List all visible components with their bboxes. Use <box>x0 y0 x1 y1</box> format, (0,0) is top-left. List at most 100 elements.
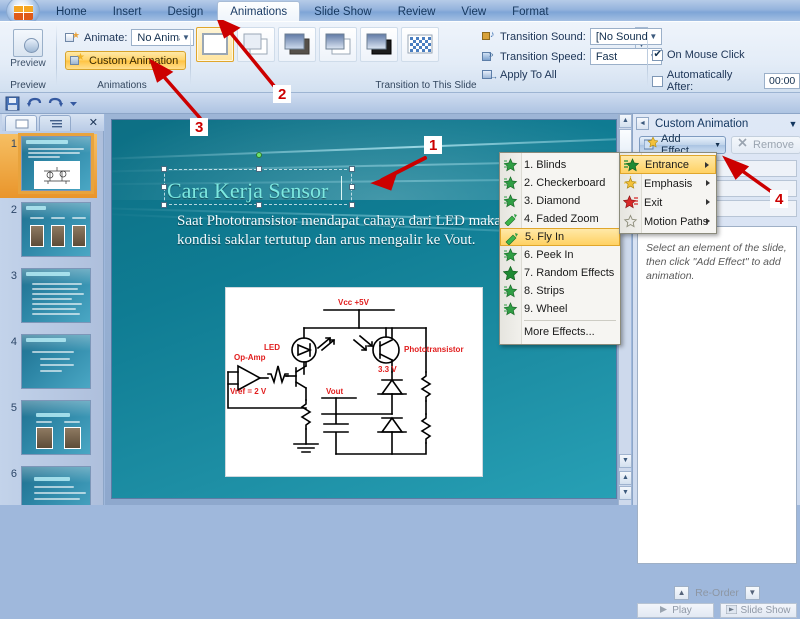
slide-title[interactable]: Cara Kerja Sensor <box>167 178 328 204</box>
remove-button[interactable]: Remove <box>731 136 800 154</box>
scroll-down-button[interactable]: ▼ <box>619 454 632 468</box>
slides-pane-tabs: ✕ <box>2 114 104 131</box>
reorder-label: Re-Order <box>695 587 739 599</box>
on-mouse-click-row[interactable]: On Mouse Click <box>652 49 745 61</box>
transition-speed-dropdown[interactable]: Fast ▼ <box>589 48 662 65</box>
resize-handle-n[interactable] <box>256 166 262 172</box>
resize-handle-ne[interactable] <box>349 166 355 172</box>
list-item[interactable]: 1 <box>0 133 97 198</box>
list-item[interactable]: 5 <box>0 398 97 462</box>
ribbon-group-preview: Preview Preview <box>0 23 56 92</box>
transition-dissolve[interactable] <box>401 27 439 62</box>
scroll-up-button[interactable]: ▲ <box>619 114 632 128</box>
resize-handle-e[interactable] <box>349 184 355 190</box>
annotation-number-1: 1 <box>424 136 443 154</box>
submenu-arrow-icon <box>706 199 710 205</box>
menu-item-faded-zoom[interactable]: 4. Faded Zoom <box>500 210 620 228</box>
menu-item-label: Entrance <box>645 158 690 171</box>
list-item[interactable]: 3 <box>0 266 97 330</box>
automatically-after-time[interactable]: 00:00 <box>764 73 800 89</box>
tab-slide-show[interactable]: Slide Show <box>302 4 384 22</box>
menu-item-entrance[interactable]: Entrance <box>620 155 716 174</box>
tab-view[interactable]: View <box>449 4 498 22</box>
menu-item-peek-in[interactable]: 6. Peek In <box>500 246 620 264</box>
list-item[interactable]: 2 <box>0 200 97 264</box>
text-caret <box>341 176 342 200</box>
resize-handle-nw[interactable] <box>161 166 167 172</box>
menu-item-checkerboard[interactable]: 2. Checkerboard <box>500 174 620 192</box>
menu-item-label: Faded Zoom <box>536 213 599 225</box>
customize-qat-icon[interactable] <box>68 96 83 111</box>
custom-animation-button[interactable]: ★ Custom Animation <box>65 51 187 70</box>
tab-animations[interactable]: Animations <box>217 1 301 22</box>
remove-label: Remove <box>753 139 794 151</box>
redo-icon[interactable] <box>47 96 63 111</box>
menu-item-diamond[interactable]: 3. Diamond <box>500 192 620 210</box>
slide-thumbnails-list[interactable]: 1 2 3 4 5 6 <box>0 132 97 505</box>
slide-show-button[interactable]: Slide Show <box>720 603 797 618</box>
slide-body-text[interactable]: Saat Phototransistor mendapat cahaya dar… <box>177 212 507 250</box>
menu-item-emphasis[interactable]: Emphasis <box>620 174 716 193</box>
menu-item-random-effects[interactable]: 7. Random Effects <box>500 264 620 282</box>
menu-item-motion-paths[interactable]: Motion Paths <box>620 212 716 231</box>
transition-speed-row: » Transition Speed: Fast ▼ <box>481 48 662 65</box>
menu-item-blinds[interactable]: 1. Blinds <box>500 156 620 174</box>
reorder-up-button[interactable]: ▲ <box>674 586 690 600</box>
annotation-number-2: 2 <box>273 85 292 103</box>
transition-push-2[interactable] <box>360 27 398 62</box>
slides-tab[interactable] <box>5 115 37 131</box>
play-button[interactable]: Play <box>637 603 714 618</box>
add-effect-category-menu[interactable]: Entrance Emphasis Exit Motion Paths <box>619 152 717 234</box>
transition-fade[interactable] <box>278 27 316 62</box>
menu-item-strips[interactable]: 8. Strips <box>500 282 620 300</box>
thumbnail-slide-3[interactable] <box>21 268 91 323</box>
close-pane-button[interactable]: ✕ <box>89 116 98 129</box>
menu-item-label: Checkerboard <box>536 177 606 189</box>
save-icon[interactable] <box>5 96 20 111</box>
animate-label: Animate: <box>84 31 128 44</box>
tab-insert[interactable]: Insert <box>101 4 154 22</box>
animation-list[interactable]: Select an element of the slide, then cli… <box>637 226 797 564</box>
preview-button[interactable]: Preview <box>6 27 50 77</box>
automatically-after-row[interactable]: Automatically After: 00:00 <box>652 69 800 93</box>
tab-design[interactable]: Design <box>155 4 215 22</box>
next-slide-button[interactable]: ▼ <box>619 486 632 500</box>
menu-item-exit[interactable]: Exit <box>620 193 716 212</box>
on-mouse-click-checkbox[interactable] <box>652 49 663 61</box>
transition-no-transition[interactable] <box>196 27 234 62</box>
task-pane-back-icon[interactable]: ◄ <box>636 117 649 130</box>
slides-pane: ✕ 1 2 3 4 5 6 <box>0 114 104 505</box>
group-label-transition: Transition to This Slide <box>375 80 477 91</box>
list-item[interactable]: 4 <box>0 332 97 396</box>
outline-tab[interactable] <box>39 115 71 131</box>
outline-tab-icon <box>49 119 63 129</box>
entrance-effects-menu[interactable]: 1. Blinds 2. Checkerboard 3. Diamond 4. … <box>499 152 621 345</box>
tab-home[interactable]: Home <box>44 4 99 22</box>
thumbnail-slide-5[interactable] <box>21 400 91 455</box>
transition-cut[interactable] <box>237 27 275 62</box>
task-pane-menu-icon[interactable]: ▼ <box>785 119 800 129</box>
transition-sound-dropdown[interactable]: [No Sound] ▼ <box>589 28 662 45</box>
tab-review[interactable]: Review <box>386 4 448 22</box>
rotate-handle[interactable] <box>256 152 262 158</box>
tab-format[interactable]: Format <box>500 4 560 22</box>
menu-item-number: 6. <box>524 249 534 261</box>
transition-push-1[interactable] <box>319 27 357 62</box>
thumbnail-slide-4[interactable] <box>21 334 91 389</box>
thumbnail-slide-1[interactable] <box>18 133 94 194</box>
menu-item-wheel[interactable]: 9. Wheel <box>500 300 620 318</box>
thumbnail-slide-6[interactable] <box>21 466 91 505</box>
menu-item-more-effects[interactable]: More Effects... <box>500 323 620 341</box>
green-star-icon <box>503 176 518 190</box>
list-item[interactable]: 6 <box>0 464 97 505</box>
resize-handle-se[interactable] <box>349 202 355 208</box>
circuit-diagram-image[interactable]: Vcc +5V LED Phototransistor Op-Amp Vref … <box>225 287 483 477</box>
thumbnail-slide-2[interactable] <box>21 202 91 257</box>
undo-icon[interactable] <box>26 96 42 111</box>
animate-dropdown[interactable]: No Animation ▼ <box>131 29 195 46</box>
reorder-down-button[interactable]: ▼ <box>744 586 760 600</box>
previous-slide-button[interactable]: ▲ <box>619 471 632 485</box>
ribbon: Preview Preview ★ Animate: No Animation … <box>0 21 800 93</box>
menu-item-label: Peek In <box>536 249 574 261</box>
menu-item-fly-in[interactable]: 5. Fly In <box>500 228 620 246</box>
